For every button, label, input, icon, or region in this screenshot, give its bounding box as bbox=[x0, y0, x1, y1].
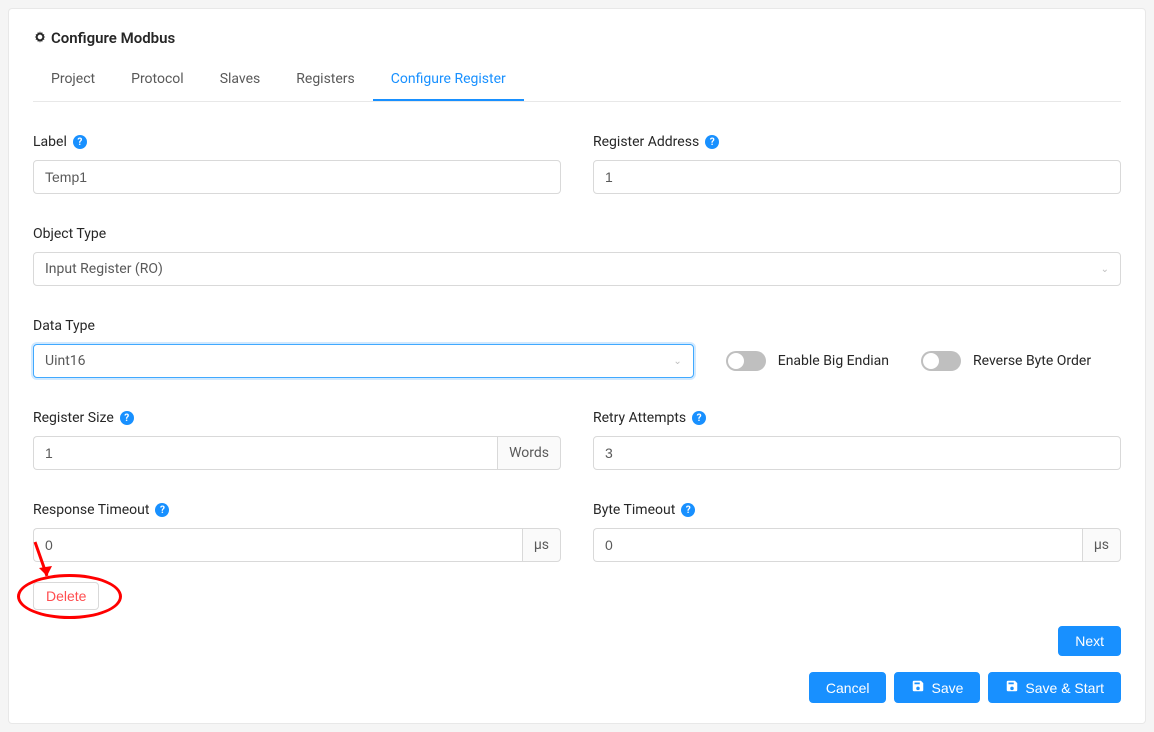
save-icon bbox=[1005, 679, 1019, 696]
byte-timeout-suffix: μs bbox=[1082, 528, 1121, 562]
object-type-text: Object Type bbox=[33, 226, 106, 242]
byte-timeout-text: Byte Timeout bbox=[593, 502, 675, 518]
field-data-type-row: Data Type Uint16 ⌄ Enable Big Endian Rev… bbox=[33, 318, 1121, 378]
save-button[interactable]: Save bbox=[894, 672, 980, 703]
object-type-select[interactable]: Input Register (RO) ⌄ bbox=[33, 252, 1121, 286]
footer: Next Cancel Save Save & Start bbox=[33, 626, 1121, 703]
retry-attempts-input[interactable] bbox=[593, 436, 1121, 470]
label-input[interactable] bbox=[33, 160, 561, 194]
field-label: Label ? bbox=[33, 134, 561, 194]
data-type-text: Data Type bbox=[33, 318, 95, 334]
help-icon[interactable]: ? bbox=[73, 135, 87, 149]
response-timeout-text: Response Timeout bbox=[33, 502, 149, 518]
chevron-down-icon: ⌄ bbox=[1101, 264, 1109, 275]
configure-modbus-panel: Configure Modbus Project Protocol Slaves… bbox=[8, 8, 1146, 724]
tabs: Project Protocol Slaves Registers Config… bbox=[33, 59, 1121, 102]
reverse-byte-order-toggle[interactable] bbox=[921, 351, 961, 371]
save-start-button[interactable]: Save & Start bbox=[988, 672, 1121, 703]
save-icon bbox=[911, 679, 925, 696]
help-icon[interactable]: ? bbox=[155, 503, 169, 517]
panel-title: Configure Modbus bbox=[33, 29, 1121, 47]
field-response-timeout: Response Timeout ? μs bbox=[33, 502, 561, 562]
reverse-byte-order-block: Reverse Byte Order bbox=[921, 351, 1121, 371]
help-icon[interactable]: ? bbox=[120, 411, 134, 425]
enable-big-endian-toggle[interactable] bbox=[726, 351, 766, 371]
retry-attempts-text: Retry Attempts bbox=[593, 410, 686, 426]
field-object-type: Object Type Input Register (RO) ⌄ bbox=[33, 226, 1121, 286]
reverse-byte-order-label: Reverse Byte Order bbox=[973, 353, 1091, 369]
tab-configure-register[interactable]: Configure Register bbox=[373, 59, 524, 101]
tab-slaves[interactable]: Slaves bbox=[202, 59, 279, 101]
tab-project[interactable]: Project bbox=[33, 59, 113, 101]
field-register-address: Register Address ? bbox=[593, 134, 1121, 194]
enable-big-endian-block: Enable Big Endian bbox=[726, 351, 889, 371]
label-text: Label bbox=[33, 134, 67, 150]
cancel-button[interactable]: Cancel bbox=[809, 672, 887, 703]
field-retry-attempts: Retry Attempts ? bbox=[593, 410, 1121, 470]
byte-timeout-input[interactable] bbox=[593, 528, 1082, 562]
tab-registers[interactable]: Registers bbox=[278, 59, 373, 101]
settings-icon bbox=[33, 30, 47, 47]
delete-wrap: Delete bbox=[33, 582, 99, 610]
data-type-select[interactable]: Uint16 ⌄ bbox=[33, 344, 694, 378]
delete-button[interactable]: Delete bbox=[33, 582, 99, 610]
help-icon[interactable]: ? bbox=[681, 503, 695, 517]
register-address-input[interactable] bbox=[593, 160, 1121, 194]
enable-big-endian-label: Enable Big Endian bbox=[778, 353, 889, 369]
response-timeout-input[interactable] bbox=[33, 528, 522, 562]
field-register-size: Register Size ? Words bbox=[33, 410, 561, 470]
tab-protocol[interactable]: Protocol bbox=[113, 59, 202, 101]
help-icon[interactable]: ? bbox=[705, 135, 719, 149]
panel-title-text: Configure Modbus bbox=[51, 29, 175, 47]
next-button[interactable]: Next bbox=[1058, 626, 1121, 656]
field-byte-timeout: Byte Timeout ? μs bbox=[593, 502, 1121, 562]
chevron-down-icon: ⌄ bbox=[673, 356, 681, 367]
register-size-suffix: Words bbox=[497, 436, 561, 470]
register-address-text: Register Address bbox=[593, 134, 699, 150]
help-icon[interactable]: ? bbox=[692, 411, 706, 425]
register-size-input[interactable] bbox=[33, 436, 497, 470]
response-timeout-suffix: μs bbox=[522, 528, 561, 562]
form-grid: Label ? Register Address ? Object Type I… bbox=[33, 134, 1121, 562]
register-size-text: Register Size bbox=[33, 410, 114, 426]
